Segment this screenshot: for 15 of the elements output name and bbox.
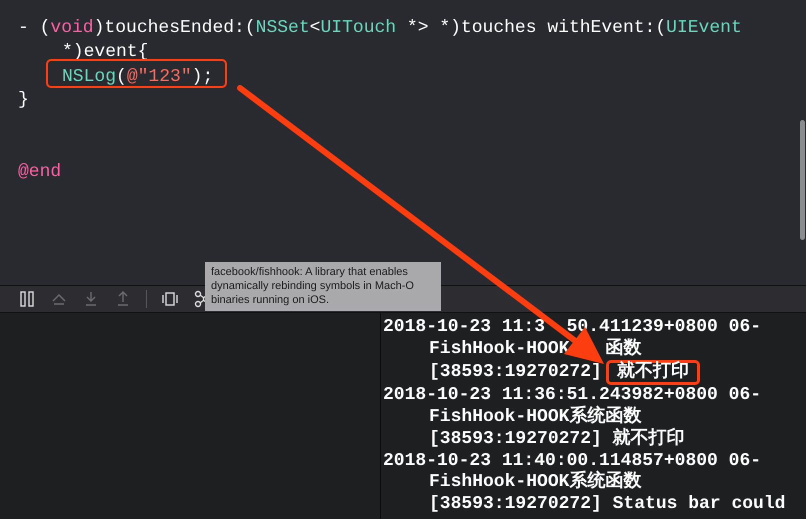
layers-icon[interactable]: [161, 290, 179, 308]
log-text: 函数: [605, 338, 642, 360]
log-text: [38593:19270272]: [429, 362, 602, 384]
code-line: - (void)touchesEnded:(NSSet<UITouch *> *)touches withEvent:(UIEvent: [18, 17, 742, 40]
log-text: 2018-10-23 11:36:51.243982+0800 06-FishHook-HOOK系统函数 [38593:19270272] 就不打印: [383, 385, 762, 449]
code-line: @end: [18, 161, 62, 184]
code-line: }: [18, 89, 29, 112]
log-text: 2018-10-23 11:3: [383, 317, 546, 339]
log-text: 50.411239+0800 06-: [566, 317, 762, 338]
scroll-bar[interactable]: [800, 120, 805, 240]
log-text: 2018-10-23 11:40:00.114857+0800 06-FishHook-HOOK系统函数 [38593:19270272] Status bar could: [383, 450, 786, 514]
log-text: FishHook-HOOK: [429, 338, 570, 360]
highlighted-text: 就不打印: [606, 360, 700, 386]
pause-icon[interactable]: [18, 290, 36, 308]
tooltip: facebook/fishhook: A library that enables dynamically rebinding symbols in Mach-O binaries running on iOS.: [205, 262, 441, 311]
